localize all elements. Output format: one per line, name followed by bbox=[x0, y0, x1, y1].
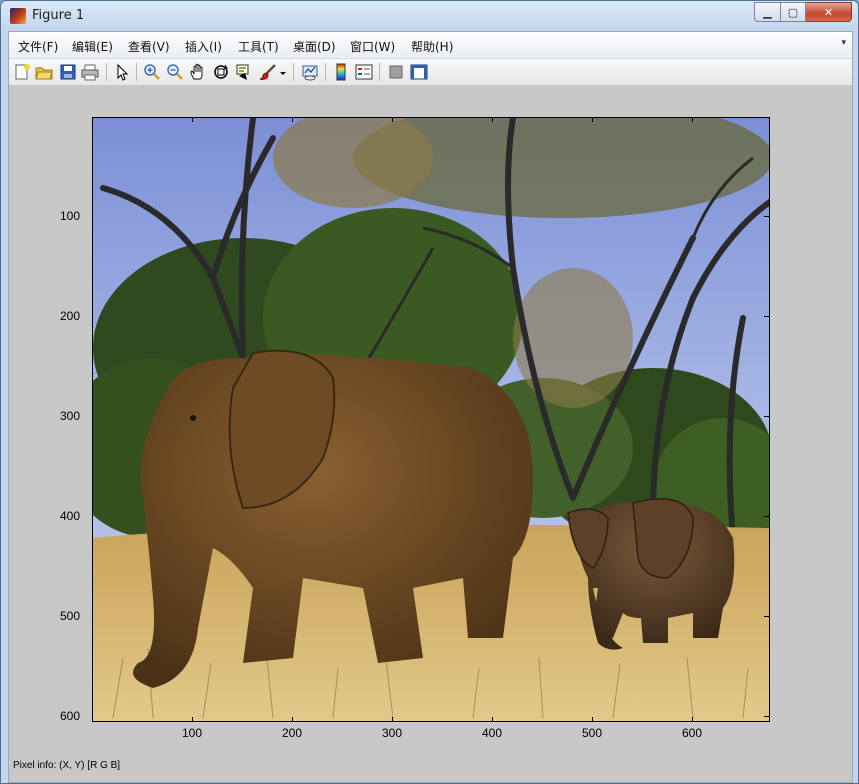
x-tick-label: 500 bbox=[582, 726, 603, 740]
x-tick-mark-top bbox=[392, 117, 393, 122]
x-tick-mark-top bbox=[292, 117, 293, 122]
menu-edit[interactable]: 编辑(E) bbox=[72, 38, 113, 55]
x-tick-mark bbox=[692, 717, 693, 722]
menu-help[interactable]: 帮助(H) bbox=[411, 38, 453, 55]
window-title: Figure 1 bbox=[32, 8, 85, 23]
data-cursor-icon[interactable] bbox=[235, 63, 253, 81]
figure-toolbar bbox=[9, 59, 852, 86]
image-axes[interactable] bbox=[92, 117, 770, 722]
y-tick-mark bbox=[764, 216, 769, 217]
x-tick-mark bbox=[292, 717, 293, 722]
save-icon[interactable] bbox=[59, 63, 77, 81]
zoom-out-icon[interactable] bbox=[166, 63, 184, 81]
minimize-button[interactable]: ▁ bbox=[754, 2, 781, 22]
title-bar[interactable]: Figure 1 ▁ ▢ ✕ bbox=[1, 1, 858, 31]
figure-canvas: 100 200 300 400 500 600 100 200 300 400 … bbox=[9, 86, 852, 782]
show-plot-tools-icon[interactable] bbox=[410, 63, 428, 81]
menu-insert[interactable]: 插入(I) bbox=[185, 38, 222, 55]
brush-dropdown-icon[interactable] bbox=[279, 63, 287, 81]
x-tick-mark bbox=[592, 717, 593, 722]
x-tick-mark-top bbox=[192, 117, 193, 122]
menu-tools[interactable]: 工具(T) bbox=[238, 38, 279, 55]
window-controls: ▁ ▢ ✕ bbox=[754, 2, 852, 22]
x-tick-mark bbox=[492, 717, 493, 722]
menu-view[interactable]: 查看(V) bbox=[128, 38, 170, 55]
menu-overflow-icon[interactable]: ▾ bbox=[841, 38, 846, 48]
menu-desktop[interactable]: 桌面(D) bbox=[293, 38, 336, 55]
zoom-in-icon[interactable] bbox=[143, 63, 161, 81]
open-file-icon[interactable] bbox=[35, 63, 53, 81]
x-tick-label: 100 bbox=[182, 726, 203, 740]
brush-icon[interactable] bbox=[259, 63, 277, 81]
x-tick-label: 400 bbox=[482, 726, 503, 740]
menu-window[interactable]: 窗口(W) bbox=[350, 38, 395, 55]
x-tick-label: 200 bbox=[282, 726, 303, 740]
pan-hand-icon[interactable] bbox=[189, 63, 207, 81]
toolbar-separator bbox=[293, 63, 294, 81]
toolbar-separator bbox=[136, 63, 137, 81]
colorbar-icon[interactable] bbox=[332, 63, 350, 81]
x-tick-label: 600 bbox=[682, 726, 703, 740]
legend-icon[interactable] bbox=[355, 63, 373, 81]
print-icon[interactable] bbox=[81, 63, 99, 81]
matlab-logo-icon bbox=[10, 8, 26, 24]
y-tick-mark bbox=[764, 616, 769, 617]
figure-client-area: 文件(F) 编辑(E) 查看(V) 插入(I) 工具(T) 桌面(D) 窗口(W… bbox=[8, 31, 853, 783]
y-tick-label: 100 bbox=[60, 209, 81, 223]
y-tick-label: 600 bbox=[60, 709, 81, 723]
maximize-button[interactable]: ▢ bbox=[781, 2, 806, 22]
y-tick-label: 400 bbox=[60, 509, 81, 523]
edit-plot-arrow-icon[interactable] bbox=[113, 63, 131, 81]
new-figure-icon[interactable] bbox=[13, 63, 31, 81]
elephant-photo-image bbox=[93, 118, 769, 721]
close-button[interactable]: ✕ bbox=[806, 2, 852, 22]
pixel-info-status: Pixel info: (X, Y) [R G B] bbox=[13, 760, 121, 771]
hide-plot-tools-icon[interactable] bbox=[387, 63, 405, 81]
x-tick-mark-top bbox=[492, 117, 493, 122]
toolbar-separator bbox=[106, 63, 107, 81]
menu-bar: 文件(F) 编辑(E) 查看(V) 插入(I) 工具(T) 桌面(D) 窗口(W… bbox=[9, 32, 852, 59]
y-tick-label: 500 bbox=[60, 609, 81, 623]
y-tick-mark bbox=[764, 416, 769, 417]
y-tick-label: 300 bbox=[60, 409, 81, 423]
rotate-3d-icon[interactable] bbox=[212, 63, 230, 81]
figure-window: Figure 1 ▁ ▢ ✕ 文件(F) 编辑(E) 查看(V) 插入(I) 工… bbox=[0, 0, 859, 784]
y-tick-mark bbox=[764, 516, 769, 517]
menu-file[interactable]: 文件(F) bbox=[18, 38, 58, 55]
x-tick-mark-top bbox=[692, 117, 693, 122]
toolbar-separator bbox=[379, 63, 380, 81]
y-tick-mark bbox=[764, 716, 769, 717]
toolbar-separator bbox=[325, 63, 326, 81]
x-tick-mark-top bbox=[592, 117, 593, 122]
y-tick-mark bbox=[764, 316, 769, 317]
x-tick-mark bbox=[392, 717, 393, 722]
y-tick-label: 200 bbox=[60, 309, 81, 323]
link-plot-icon[interactable] bbox=[301, 63, 319, 81]
x-tick-mark bbox=[192, 717, 193, 722]
x-tick-label: 300 bbox=[382, 726, 403, 740]
